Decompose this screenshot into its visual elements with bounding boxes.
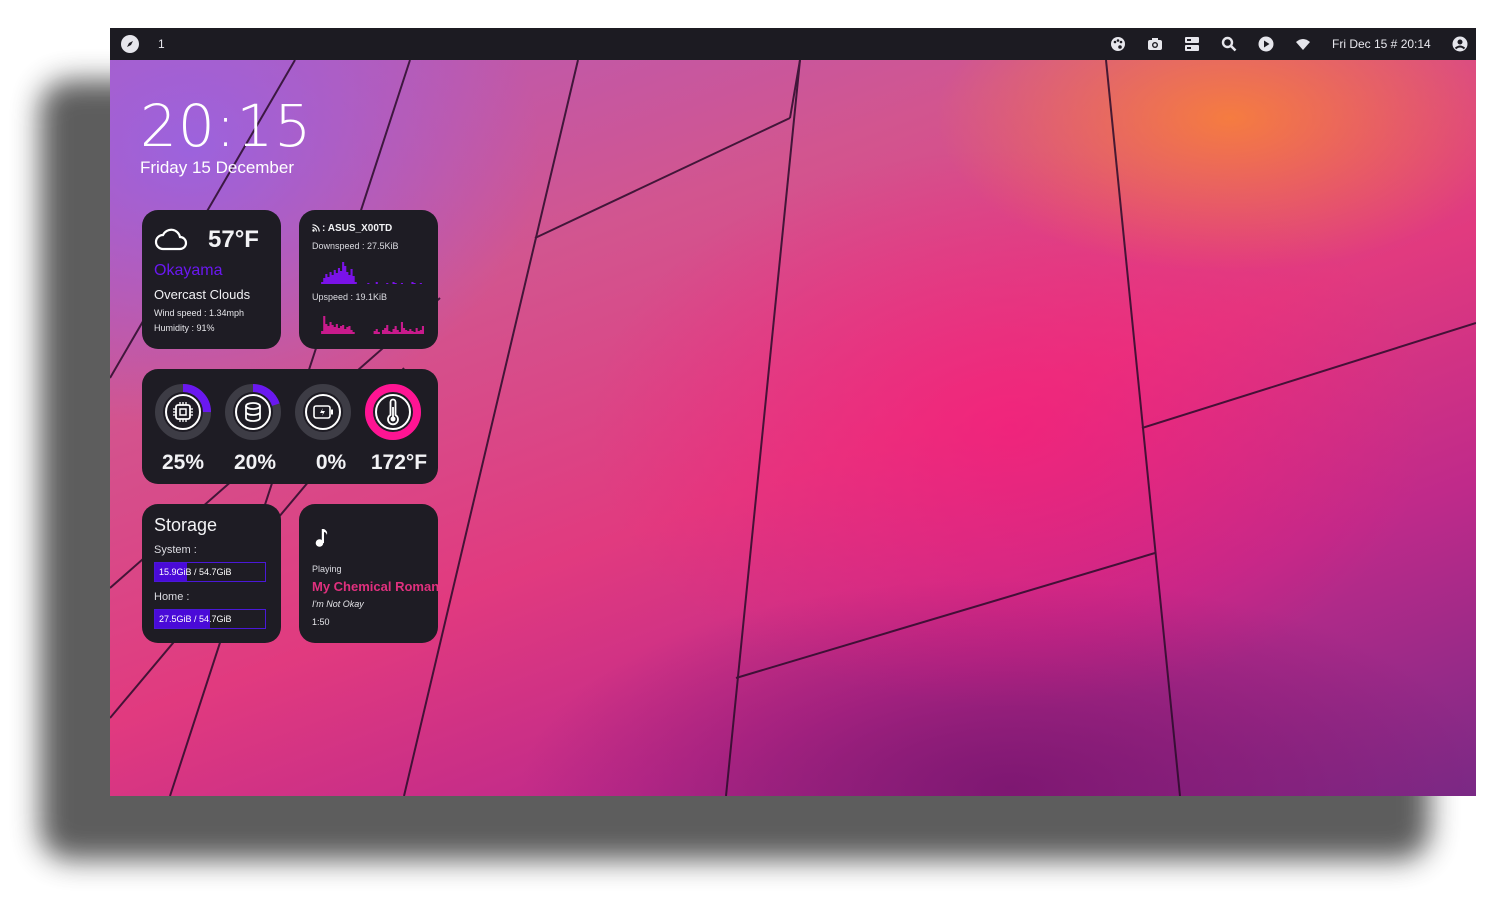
battery-charging-value: 0% (315, 451, 347, 474)
weather-condition: Overcast Clouds (154, 287, 251, 302)
thermometer-icon (387, 398, 399, 426)
thermometer-gauge (365, 384, 421, 440)
storage-widget: Storage System : 15.9GiB / 54.7GiB Home … (142, 504, 281, 643)
storage-title: Storage (154, 515, 218, 535)
database-gauge (225, 384, 281, 440)
desktop-clock-date: Friday 15 December (140, 158, 295, 177)
storage-home-value: 27.5GiB / 54.7GiB (159, 614, 232, 624)
upspeed-graph (319, 316, 424, 334)
network-downspeed: Downspeed : 27.5KiB (312, 241, 399, 251)
wifi-icon[interactable] (1295, 36, 1311, 52)
cpu-icon (173, 402, 193, 422)
music-note-icon (315, 529, 328, 547)
network-ssid: : ASUS_X00TD (322, 223, 393, 234)
weather-temperature: 57°F (208, 226, 259, 253)
music-song[interactable]: I'm Not Okay (312, 599, 364, 609)
music-time: 1:50 (312, 617, 330, 627)
cpu-gauge (155, 384, 211, 440)
network-upspeed: Upspeed : 19.1KiB (312, 292, 388, 302)
compass-icon[interactable] (121, 35, 139, 53)
cpu-value: 25% (161, 451, 205, 474)
top-bar: 1 Fri Dec 15 # 20:14 (110, 28, 1476, 60)
downspeed-graph (319, 262, 424, 284)
weather-humidity: Humidity : 91% (154, 323, 215, 333)
music-status: Playing (312, 564, 342, 574)
topbar-clock[interactable]: Fri Dec 15 # 20:14 (1332, 37, 1431, 51)
thermometer-value: 172°F (370, 451, 428, 474)
weather-widget: 57°F Okayama Overcast Clouds Wind speed … (142, 210, 281, 349)
battery-charging-icon (313, 405, 333, 419)
camera-icon[interactable] (1147, 36, 1163, 52)
rss-icon (312, 224, 320, 232)
desktop-clock-time: 20:15 (140, 92, 313, 160)
storage-system-label: System : (154, 544, 197, 556)
weather-wind: Wind speed : 1.34mph (154, 308, 245, 318)
storage-home-bar: 27.5GiB / 54.7GiB (154, 609, 266, 629)
storage-system-bar: 15.9GiB / 54.7GiB (154, 562, 266, 582)
desktop: 1 Fri Dec 15 # 20:14 20:15 Friday 15 Dec… (110, 28, 1476, 796)
storage-system-value: 15.9GiB / 54.7GiB (159, 567, 232, 577)
server-icon[interactable] (1184, 36, 1200, 52)
system-stats-widget: 25% 20% 0% 172°F (142, 369, 438, 484)
database-icon (245, 402, 261, 422)
play-icon[interactable] (1258, 36, 1274, 52)
battery-charging-gauge (295, 384, 351, 440)
search-icon[interactable] (1221, 36, 1237, 52)
cloud-icon (154, 228, 188, 251)
database-value: 20% (233, 451, 277, 474)
workspace-number[interactable]: 1 (158, 37, 165, 51)
weather-city: Okayama (154, 262, 223, 279)
user-icon[interactable] (1452, 36, 1468, 52)
palette-icon[interactable] (1110, 36, 1126, 52)
storage-home-label: Home : (154, 591, 190, 603)
music-artist[interactable]: My Chemical Romance (312, 579, 438, 594)
network-widget: : ASUS_X00TD Downspeed : 27.5KiB Upspeed… (299, 210, 438, 349)
music-widget: Playing My Chemical Romance I'm Not Okay… (299, 504, 438, 643)
